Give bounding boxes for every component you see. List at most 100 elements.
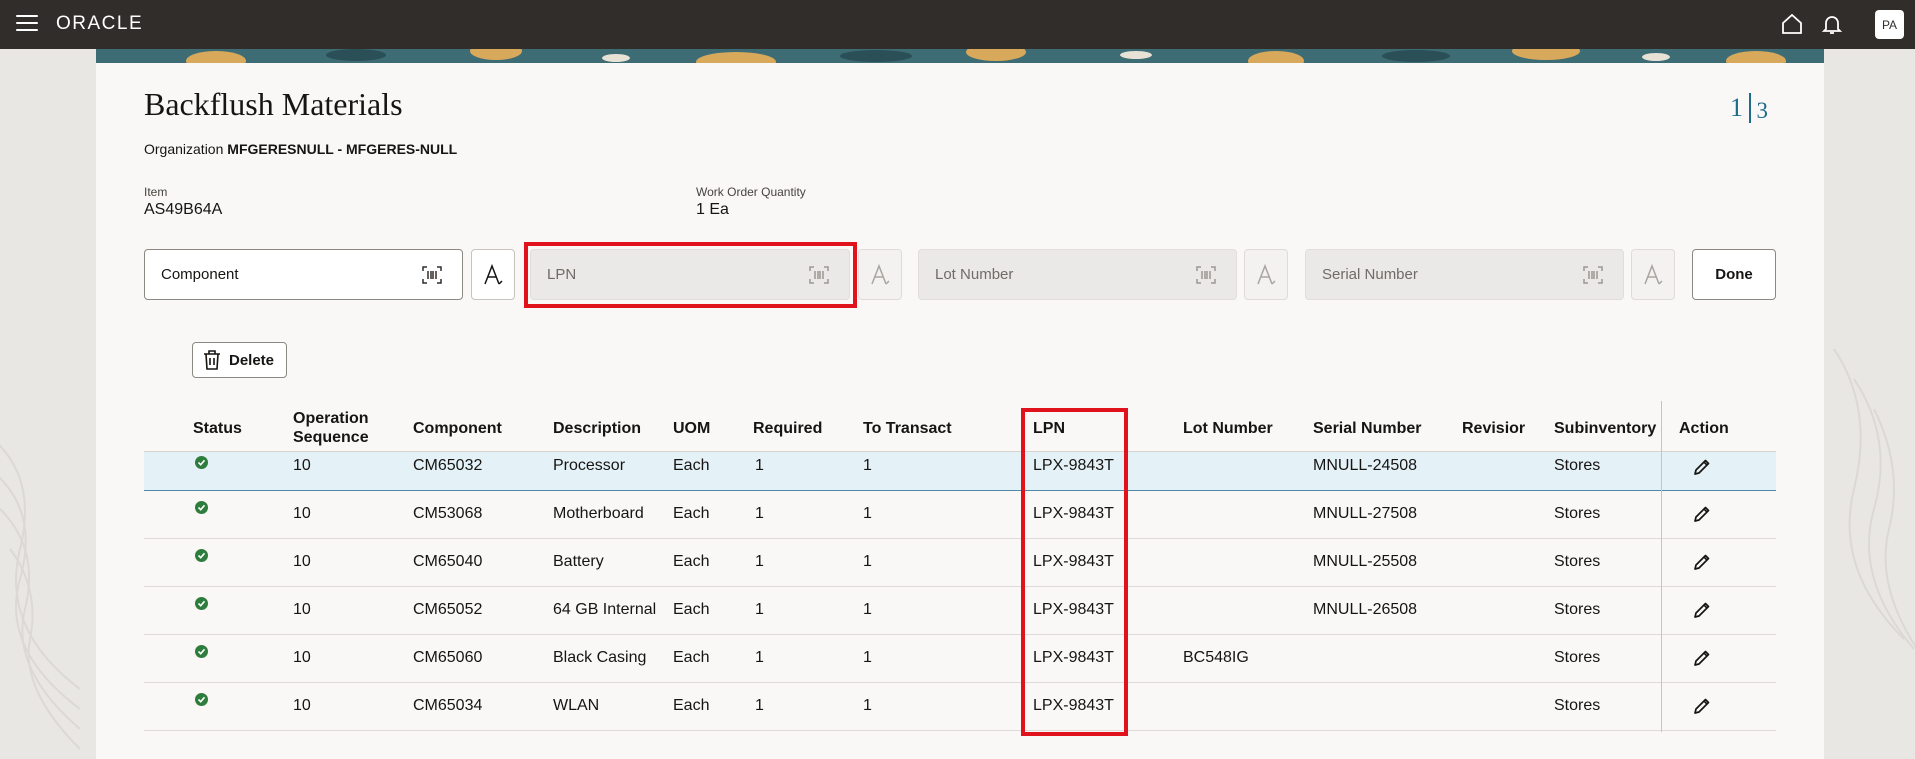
delete-button[interactable]: Delete — [192, 342, 287, 378]
cell-lpn: LPX-9843T — [1033, 505, 1114, 522]
cell-uom: Each — [673, 505, 710, 522]
header-serial-number[interactable]: Serial Number — [1313, 419, 1421, 438]
top-bar: ORACLE PA — [0, 0, 1915, 49]
work-order-quantity-label: Work Order Quantity — [696, 185, 806, 199]
barcode-scan-icon[interactable] — [422, 266, 442, 284]
item-label: Item — [144, 185, 168, 199]
lpn-scan-input[interactable]: LPN — [530, 249, 850, 300]
status-complete-icon — [195, 645, 208, 658]
cell-required: 1 — [755, 601, 764, 618]
cell-required: 1 — [755, 553, 764, 570]
materials-table: Status Operation Sequence Component Descr… — [144, 401, 1776, 732]
page-counter-separator — [1749, 93, 1751, 123]
barcode-scan-icon[interactable] — [809, 266, 829, 284]
cell-subinventory: Stores — [1554, 505, 1601, 522]
table-header: Status Operation Sequence Component Descr… — [144, 401, 1776, 452]
table-row[interactable]: 10 CM65034 WLAN Each 1 1 LPX-9843T Stores — [144, 683, 1776, 731]
hamburger-menu-icon[interactable] — [16, 15, 38, 33]
cell-to-transact: 1 — [863, 457, 872, 474]
header-action: Action — [1679, 420, 1729, 437]
cell-uom: Each — [673, 553, 710, 570]
edit-pencil-icon[interactable] — [1693, 649, 1711, 667]
header-operation-line1: Operation — [293, 410, 369, 427]
left-background — [0, 49, 96, 759]
component-placeholder: Component — [161, 266, 239, 283]
table-row[interactable]: 10 CM53068 Motherboard Each 1 1 LPX-9843T MNULL… — [144, 491, 1776, 539]
cell-lot: BC548IG — [1183, 649, 1249, 666]
done-button[interactable]: Done — [1692, 249, 1776, 300]
item-value: AS49B64A — [144, 201, 223, 218]
header-component[interactable]: Component — [413, 419, 502, 438]
table-row[interactable]: 10 CM65052 64 GB Internal Each 1 1 LPX-9843T MN… — [144, 587, 1776, 635]
header-subinventory[interactable]: Subinventory — [1554, 419, 1656, 438]
home-icon[interactable] — [1780, 12, 1804, 36]
cell-component: CM65040 — [413, 553, 483, 570]
cell-component: CM65060 — [413, 649, 483, 666]
text-entry-icon — [871, 263, 890, 285]
text-entry-icon — [1644, 263, 1663, 285]
header-revision[interactable]: Revisior — [1462, 419, 1525, 438]
cell-to-transact: 1 — [863, 505, 872, 522]
organization-label: Organization — [144, 141, 224, 157]
cell-op: 10 — [293, 505, 311, 522]
cell-component: CM65052 — [413, 601, 483, 618]
cell-lpn: LPX-9843T — [1033, 649, 1114, 666]
component-scan-input[interactable]: Component — [144, 249, 463, 300]
lot-number-text-entry-button[interactable] — [1244, 249, 1288, 300]
header-description[interactable]: Description — [553, 419, 641, 438]
serial-number-text-entry-button[interactable] — [1631, 249, 1675, 300]
page-title: Backflush Materials — [144, 86, 403, 122]
status-complete-icon — [195, 456, 208, 469]
table-row[interactable]: 10 CM65032 Processor Each 1 1 LPX-9843T MNULL-2… — [144, 452, 1776, 491]
table-row[interactable]: 10 CM65040 Battery Each 1 1 LPX-9843T MNULL-255… — [144, 539, 1776, 587]
cell-serial: MNULL-26508 — [1313, 601, 1418, 618]
table-row[interactable]: 10 CM65060 Black Casing Each 1 1 LPX-9843T BC54… — [144, 635, 1776, 683]
table-body: 10 CM65032 Processor Each 1 1 LPX-9843T MNULL-2… — [144, 452, 1776, 731]
lot-number-placeholder: Lot Number — [935, 266, 1014, 283]
cell-uom: Each — [673, 697, 710, 714]
status-complete-icon — [195, 693, 208, 706]
organization-value: MFGERESNULL - MFGERES-NULL — [227, 141, 458, 157]
decorative-banner — [96, 49, 1824, 63]
serial-number-scan-input[interactable]: Serial Number — [1305, 249, 1624, 300]
lpn-text-entry-button[interactable] — [858, 249, 902, 300]
cell-op: 10 — [293, 601, 311, 618]
edit-pencil-icon[interactable] — [1693, 697, 1711, 715]
header-lpn[interactable]: LPN — [1033, 419, 1065, 438]
status-complete-icon — [195, 597, 208, 610]
barcode-scan-icon[interactable] — [1196, 266, 1216, 284]
barcode-scan-icon[interactable] — [1583, 266, 1603, 284]
header-to-transact[interactable]: To Transact — [863, 419, 952, 438]
oracle-logo[interactable]: ORACLE — [56, 13, 143, 35]
header-uom[interactable]: UOM — [673, 419, 710, 438]
cell-description: Battery — [553, 553, 604, 570]
notifications-bell-icon[interactable] — [1820, 12, 1844, 36]
cell-required: 1 — [755, 649, 764, 666]
header-status[interactable]: Status — [193, 419, 242, 438]
edit-pencil-icon[interactable] — [1693, 601, 1711, 619]
right-background — [1824, 49, 1915, 759]
lot-number-scan-input[interactable]: Lot Number — [918, 249, 1237, 300]
cell-subinventory: Stores — [1554, 649, 1601, 666]
user-avatar[interactable]: PA — [1875, 10, 1904, 39]
cell-lpn: LPX-9843T — [1033, 601, 1114, 618]
component-text-entry-button[interactable] — [471, 249, 515, 300]
cell-op: 10 — [293, 697, 311, 714]
edit-pencil-icon[interactable] — [1693, 458, 1711, 476]
cell-description: WLAN — [553, 697, 600, 714]
cell-description: Motherboard — [553, 505, 644, 522]
header-operation-sequence[interactable]: Operation Sequence — [293, 409, 369, 447]
edit-pencil-icon[interactable] — [1693, 505, 1711, 523]
edit-pencil-icon[interactable] — [1693, 553, 1711, 571]
cell-component: CM65034 — [413, 697, 483, 714]
header-lot-number[interactable]: Lot Number — [1183, 419, 1273, 438]
text-entry-icon — [1257, 263, 1276, 285]
header-required[interactable]: Required — [753, 419, 822, 438]
cell-required: 1 — [755, 505, 764, 522]
cell-required: 1 — [755, 457, 764, 474]
cell-to-transact: 1 — [863, 649, 872, 666]
cell-lpn: LPX-9843T — [1033, 457, 1114, 474]
cell-op: 10 — [293, 649, 311, 666]
lpn-placeholder: LPN — [547, 266, 577, 283]
serial-number-placeholder: Serial Number — [1322, 266, 1418, 283]
